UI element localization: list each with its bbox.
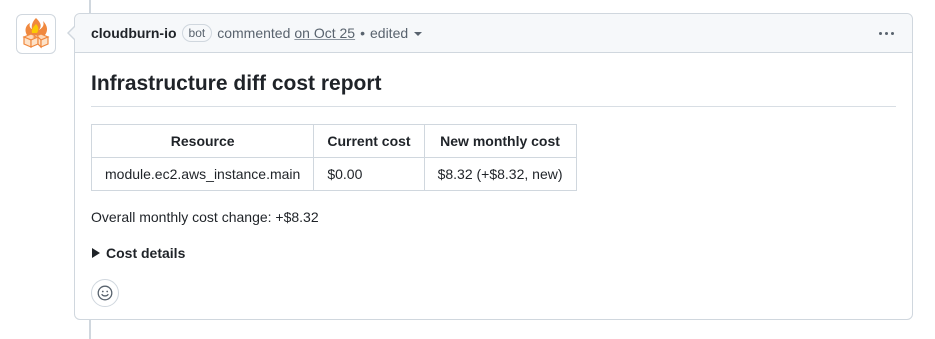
bot-badge: bot	[181, 24, 213, 42]
comment-body: Infrastructure diff cost report Resource…	[75, 53, 912, 307]
cost-details-toggle[interactable]: Cost details	[91, 245, 896, 261]
column-header: Resource	[90, 124, 315, 158]
kebab-icon[interactable]	[877, 28, 896, 39]
table-row: module.ec2.aws_instance.main $0.00 $8.32…	[90, 157, 577, 191]
table-cell: module.ec2.aws_instance.main	[90, 157, 315, 191]
timestamp-link[interactable]: on Oct 25	[294, 25, 355, 41]
cost-details-label: Cost details	[106, 245, 186, 261]
edited-label: edited	[370, 25, 409, 41]
comment-header: cloudburn-io bot commented on Oct 25 • e…	[75, 14, 912, 53]
column-header: Current cost	[313, 124, 425, 158]
action-text: commented	[217, 25, 291, 41]
cost-table: Resource Current cost New monthly cost m…	[90, 124, 577, 191]
disclosure-triangle-icon	[92, 248, 100, 258]
cost-summary: Overall monthly cost change: +$8.32	[91, 209, 319, 225]
comment-box: cloudburn-io bot commented on Oct 25 • e…	[67, 13, 913, 320]
separator: •	[360, 25, 365, 41]
add-reaction-button[interactable]	[91, 279, 119, 307]
author-link[interactable]: cloudburn-io	[91, 25, 177, 41]
comment-arrow-fill	[69, 26, 76, 40]
kebab-dot	[879, 31, 882, 35]
column-header: New monthly cost	[423, 124, 577, 158]
table-cell: $8.32 (+$8.32, new)	[423, 157, 577, 191]
table-header-row: Resource Current cost New monthly cost	[90, 124, 577, 158]
kebab-dot	[891, 31, 894, 35]
report-title: Infrastructure diff cost report	[91, 70, 896, 107]
smiley-icon	[97, 285, 113, 301]
chevron-down-icon	[414, 32, 423, 36]
table-cell: $0.00	[313, 157, 425, 191]
cloudburn-logo-icon	[22, 18, 50, 49]
edited-dropdown[interactable]: edited	[370, 25, 423, 41]
avatar[interactable]	[16, 14, 56, 54]
kebab-dot	[885, 31, 888, 35]
